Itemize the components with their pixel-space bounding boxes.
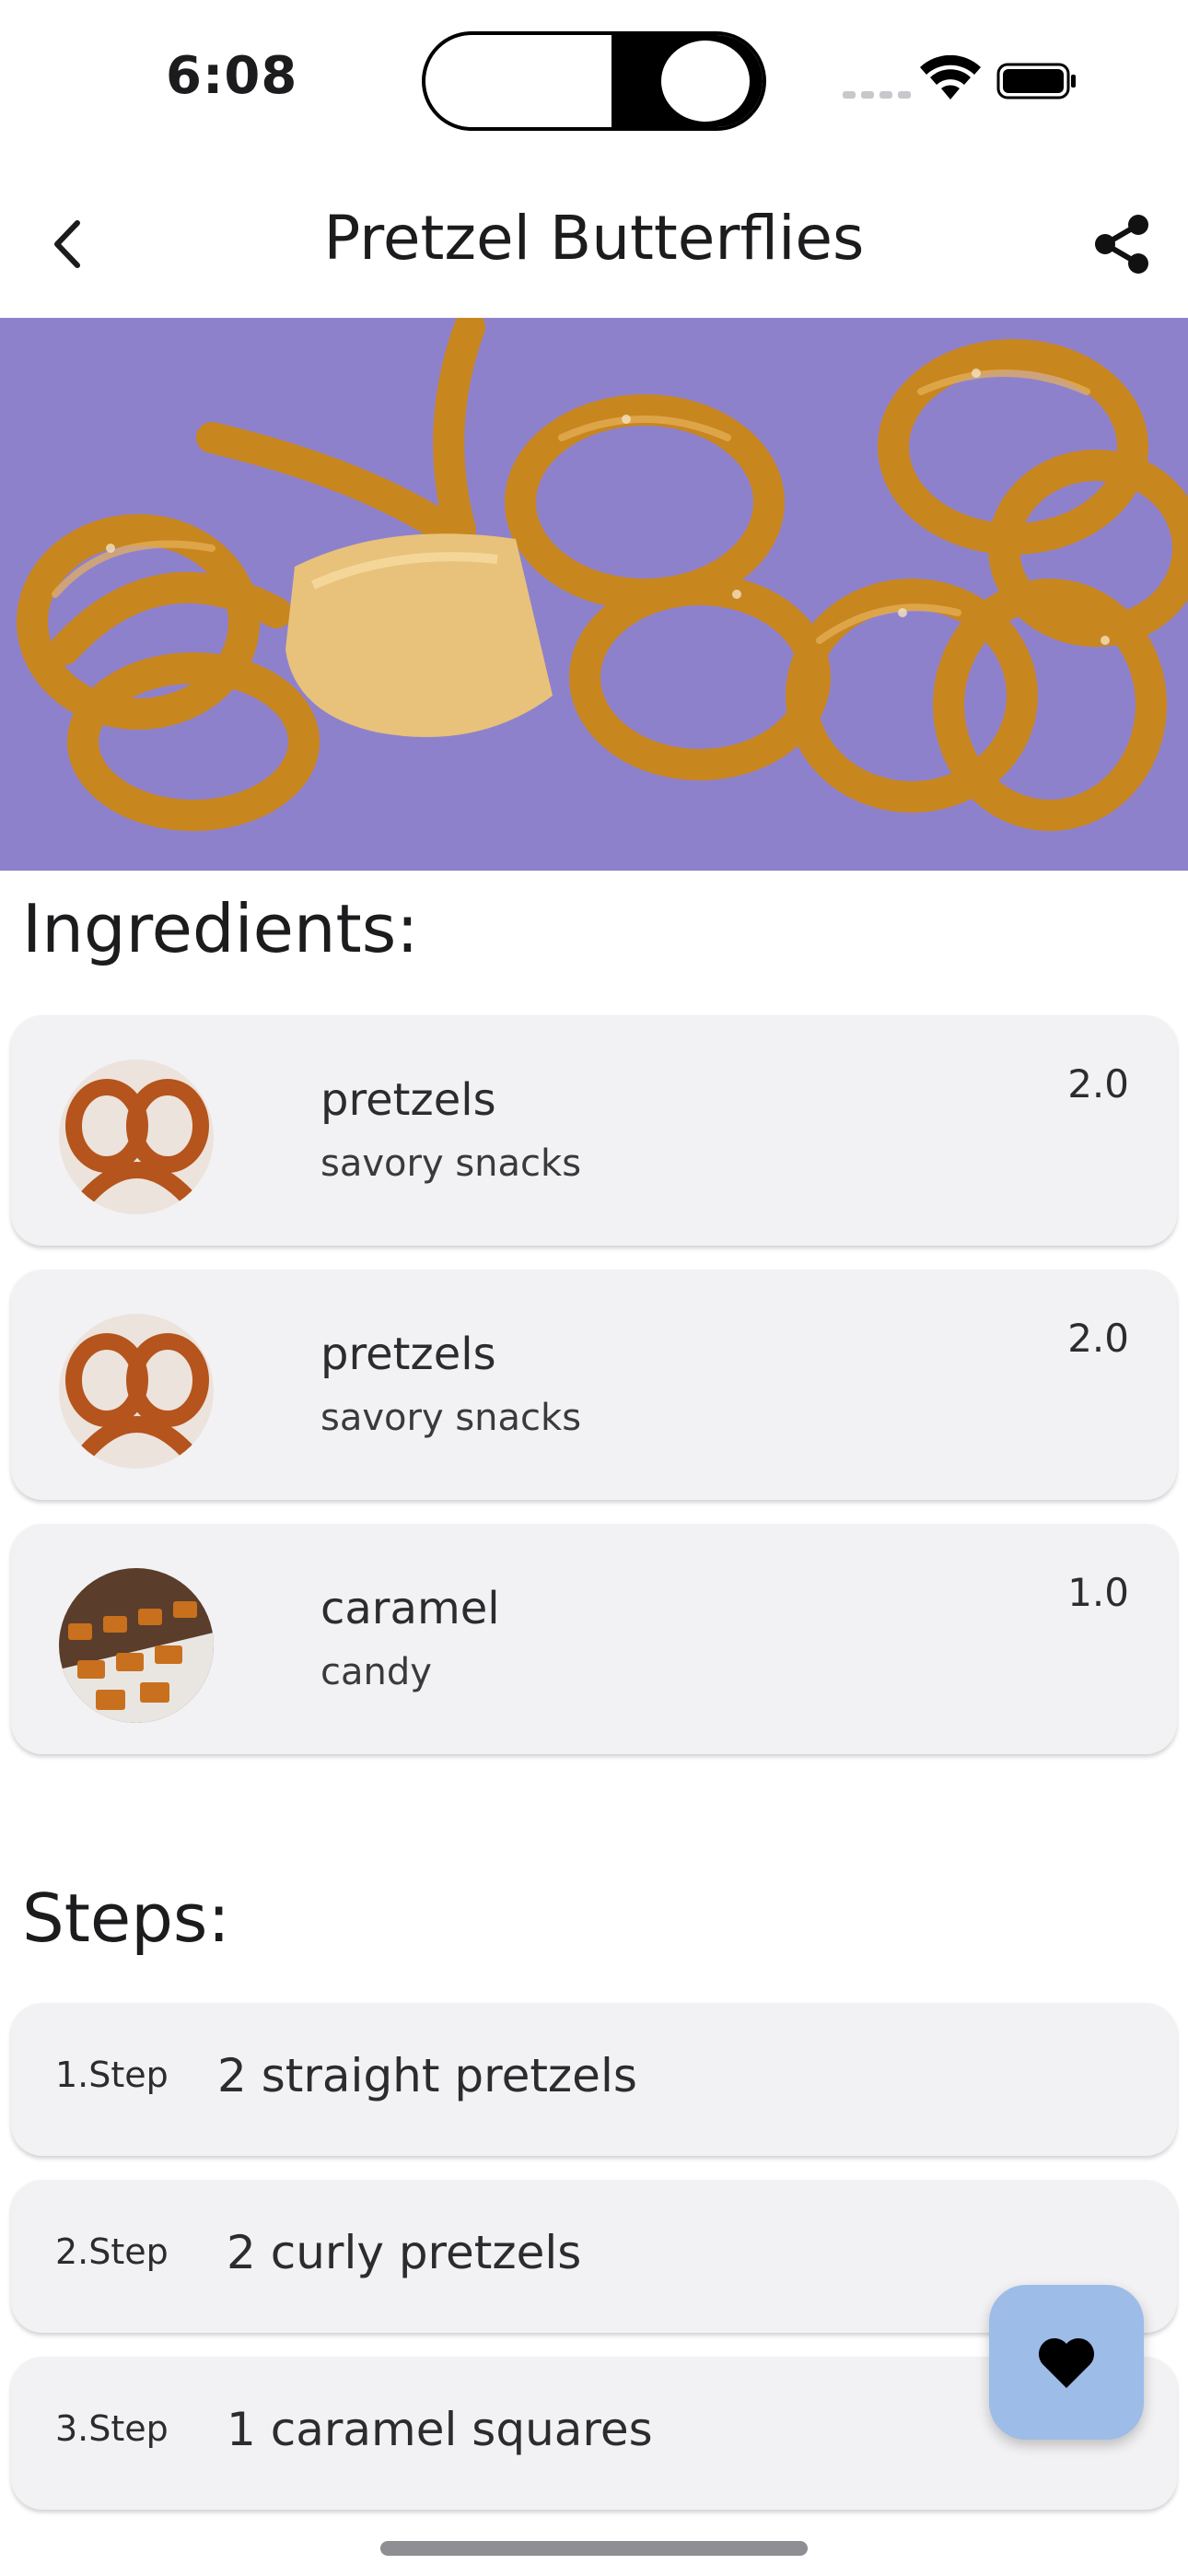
step-item[interactable]: 1.Step 2 straight pretzels <box>11 2003 1177 2156</box>
steps-heading: Steps: <box>22 1879 230 1957</box>
ingredient-category: savory snacks <box>320 1142 582 1185</box>
step-text: 1 caramel squares <box>227 2403 653 2456</box>
ingredient-thumbnail <box>59 1314 214 1469</box>
share-icon <box>1095 215 1148 274</box>
status-bar: 6:08 <box>0 0 1188 157</box>
ingredient-quantity: 2.0 <box>1067 1061 1129 1107</box>
recipe-hero-image <box>0 318 1188 871</box>
signal-icon <box>843 85 916 102</box>
step-text: 2 straight pretzels <box>217 2049 637 2102</box>
ingredient-item[interactable]: caramel candy 1.0 <box>11 1524 1177 1754</box>
battery-icon <box>996 63 1076 100</box>
ingredient-category: candy <box>320 1651 432 1693</box>
page-title: Pretzel Butterflies <box>323 203 865 274</box>
status-time: 6:08 <box>166 46 298 106</box>
ingredient-thumbnail <box>59 1568 214 1723</box>
ingredient-name: caramel <box>320 1583 500 1634</box>
app-header: Pretzel Butterflies <box>0 175 1188 313</box>
favorite-button[interactable] <box>989 2285 1144 2440</box>
home-indicator[interactable] <box>380 2541 808 2556</box>
ingredient-item[interactable]: pretzels savory snacks 2.0 <box>11 1270 1177 1500</box>
dynamic-island <box>422 31 766 131</box>
step-text: 2 curly pretzels <box>227 2226 582 2279</box>
chevron-left-icon <box>54 220 80 268</box>
share-button[interactable] <box>1079 203 1162 286</box>
step-number: 3.Step <box>55 2408 169 2449</box>
step-number: 2.Step <box>55 2231 169 2272</box>
ingredient-quantity: 1.0 <box>1067 1570 1129 1615</box>
ingredient-item[interactable]: pretzels savory snacks 2.0 <box>11 1015 1177 1246</box>
recipe-detail-screen: 6:08 Pretzel Butterflies Ingredients: pr… <box>0 0 1188 2576</box>
ingredients-heading: Ingredients: <box>22 890 419 967</box>
wifi-icon <box>920 55 981 100</box>
step-number: 1.Step <box>55 2055 169 2095</box>
ingredient-thumbnail <box>59 1060 214 1214</box>
back-button[interactable] <box>28 203 111 286</box>
ingredient-name: pretzels <box>320 1074 496 1126</box>
heart-icon <box>1038 2337 1095 2388</box>
ingredient-category: savory snacks <box>320 1397 582 1439</box>
ingredient-quantity: 2.0 <box>1067 1316 1129 1361</box>
ingredient-name: pretzels <box>320 1329 496 1380</box>
